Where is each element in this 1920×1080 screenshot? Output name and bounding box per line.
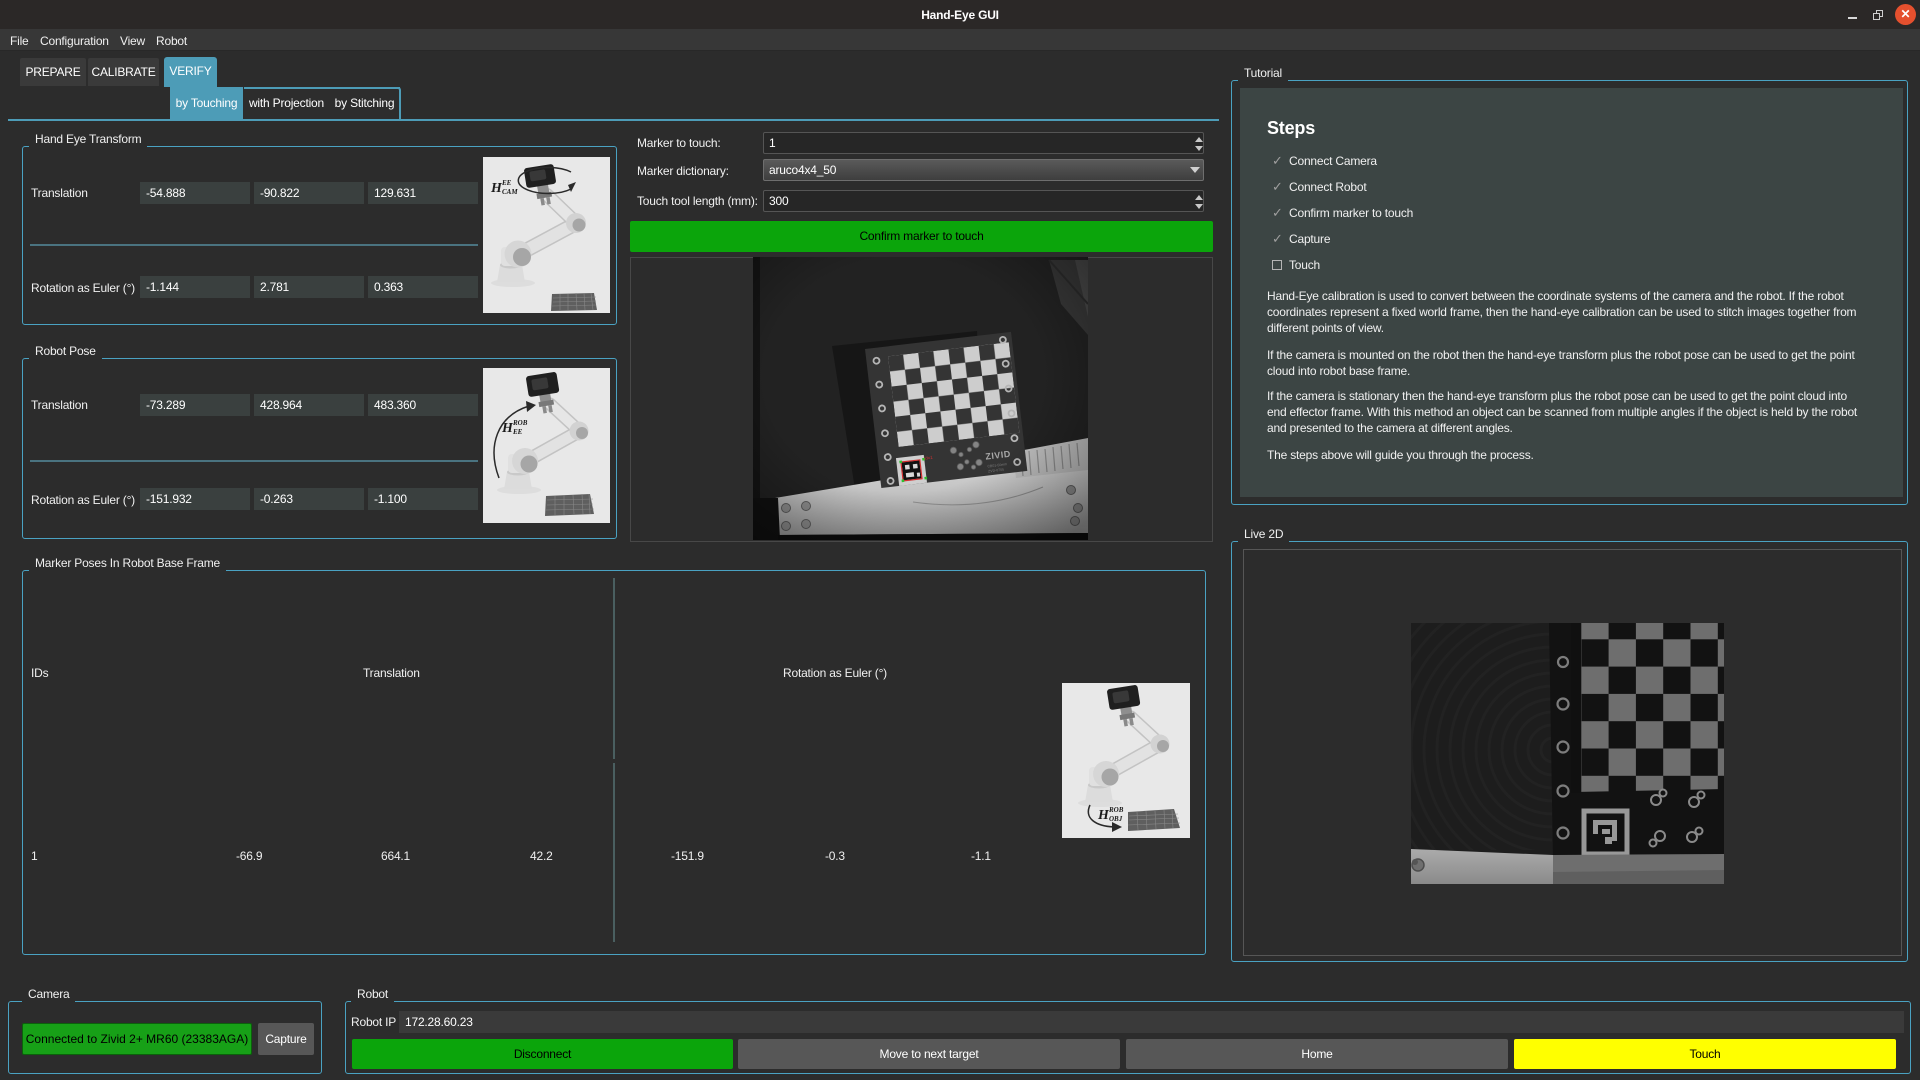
svg-text:ROB: ROB [512,419,528,427]
svg-text:EE: EE [512,428,523,436]
svg-text:EE: EE [501,179,512,187]
svg-text:OBJ: OBJ [1109,815,1123,823]
svg-text:CAM: CAM [502,188,518,196]
svg-text:ROB: ROB [1108,806,1124,814]
